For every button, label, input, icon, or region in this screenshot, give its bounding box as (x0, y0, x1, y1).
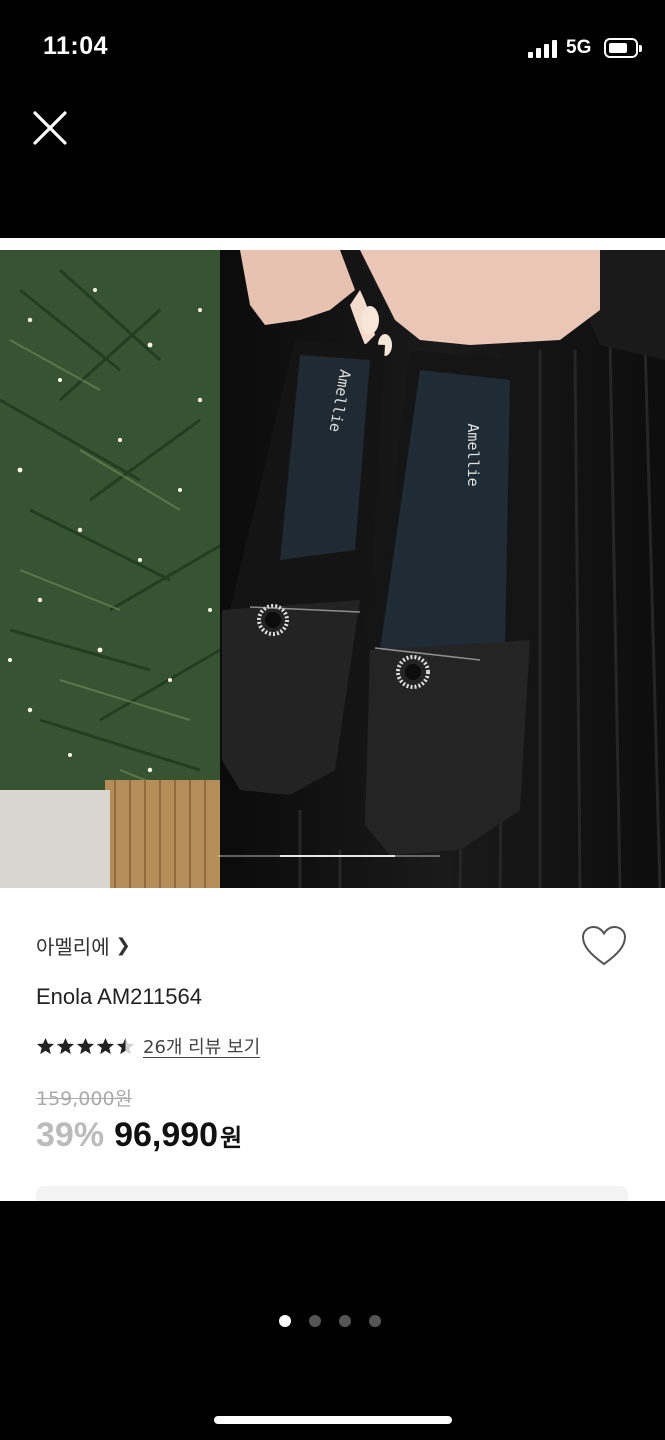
star-icon (76, 1037, 95, 1054)
signal-icon (528, 40, 558, 58)
product-card: Amellie Amellie 아멜리에 ❯ Enola AM211564 26… (0, 238, 665, 1201)
brand-link[interactable]: 아멜리에 ❯ (36, 931, 131, 960)
image-progress-fill (280, 855, 396, 857)
status-bar: 11:04 5G (0, 0, 665, 100)
page-indicator (279, 1315, 381, 1327)
close-icon (33, 111, 67, 145)
page-dot[interactable] (279, 1315, 291, 1327)
sale-price: 96,990 (114, 1116, 219, 1154)
price-row: 39% 96,990 원 (36, 1116, 242, 1155)
options-panel (36, 1186, 628, 1201)
star-icon (36, 1037, 55, 1054)
page-dot[interactable] (339, 1315, 351, 1327)
page-dot[interactable] (309, 1315, 321, 1327)
battery-icon (604, 38, 642, 58)
home-indicator[interactable] (214, 1416, 452, 1424)
wishlist-button[interactable] (580, 924, 628, 968)
star-icon (96, 1037, 115, 1054)
close-button[interactable] (30, 108, 70, 148)
network-label: 5G (566, 37, 592, 58)
star-icon (116, 1037, 135, 1054)
image-progress-bar (218, 855, 440, 857)
rating-row: 26개 리뷰 보기 (36, 1033, 260, 1059)
star-icon (56, 1037, 75, 1054)
discount-rate: 39% (36, 1116, 105, 1154)
product-name: Enola AM211564 (36, 984, 202, 1009)
image-brand-text-right: Amellie (464, 423, 482, 486)
page-dot[interactable] (369, 1315, 381, 1327)
heart-icon (581, 925, 627, 966)
brand-name: 아멜리에 (36, 935, 110, 959)
chevron-right-icon: ❯ (115, 935, 131, 956)
review-link[interactable]: 26개 리뷰 보기 (143, 1033, 260, 1059)
status-time: 11:04 (43, 32, 109, 60)
star-rating (36, 1037, 135, 1056)
currency-label: 원 (220, 1125, 243, 1152)
product-image[interactable]: Amellie Amellie (0, 250, 665, 888)
original-price: 159,000원 (36, 1088, 133, 1110)
